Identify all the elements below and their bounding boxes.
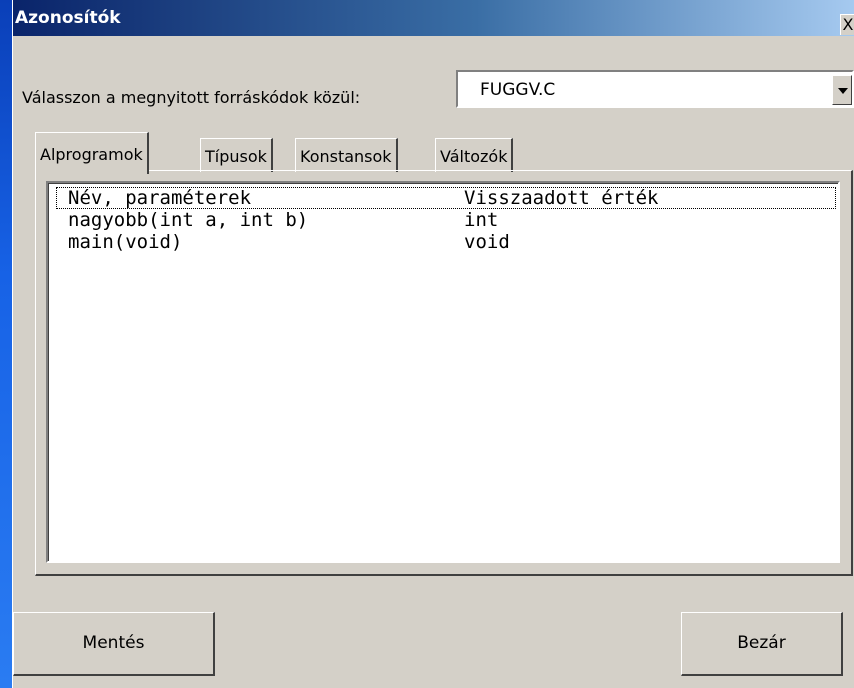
tab-panel: Név, paraméterek Visszaadott érték nagyo… xyxy=(35,170,853,576)
titlebar[interactable]: Azonosítók X xyxy=(13,0,854,36)
window-frame-edge xyxy=(0,0,12,688)
list-item-name: main(void) xyxy=(68,231,183,253)
list-item-return: void xyxy=(464,231,510,253)
window-title: Azonosítók xyxy=(15,8,121,28)
list-item[interactable]: nagyobb(int a, int b) int xyxy=(56,209,836,231)
chevron-down-icon[interactable] xyxy=(832,75,852,105)
source-file-value: FUGGV.C xyxy=(480,80,556,100)
source-select-label: Válasszon a megnyitott forráskódok közül… xyxy=(22,88,361,107)
list-item-return: int xyxy=(464,209,499,231)
column-header-return: Visszaadott érték xyxy=(464,187,659,209)
column-header-name: Név, paraméterek xyxy=(68,187,252,209)
source-file-dropdown[interactable]: FUGGV.C xyxy=(456,70,854,108)
tab-alprogramok[interactable]: Alprogramok xyxy=(35,132,149,174)
tab-tipusok[interactable]: Típusok xyxy=(200,138,273,172)
list-item-name: nagyobb(int a, int b) xyxy=(68,209,309,231)
list-header-row[interactable]: Név, paraméterek Visszaadott érték xyxy=(56,187,836,209)
tab-konstansok[interactable]: Konstansok xyxy=(295,138,398,172)
list-item[interactable]: main(void) void xyxy=(56,231,836,253)
identifiers-listbox[interactable]: Név, paraméterek Visszaadott érték nagyo… xyxy=(46,181,840,563)
close-icon[interactable]: X xyxy=(840,14,854,35)
tab-valtozok[interactable]: Változók xyxy=(435,138,514,172)
save-button[interactable]: Mentés xyxy=(13,612,215,676)
close-button[interactable]: Bezár xyxy=(681,612,843,676)
identifiers-dialog: Azonosítók X Válasszon a megnyitott forr… xyxy=(12,0,854,688)
